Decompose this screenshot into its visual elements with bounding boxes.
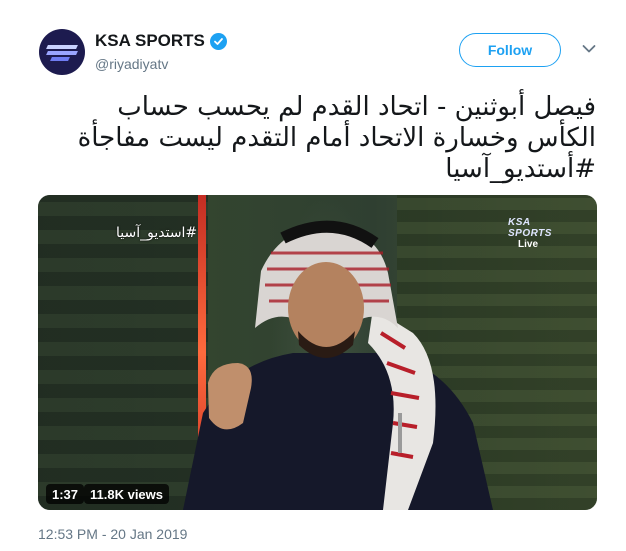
live-label: Live — [518, 239, 539, 250]
follow-button[interactable]: Follow — [459, 33, 561, 67]
display-name[interactable]: KSA SPORTS — [95, 31, 205, 51]
tweet-text: فيصل أبوثنين - اتحاد القدم لم يحسب حساب … — [38, 92, 596, 185]
chevron-down-icon[interactable] — [582, 44, 596, 54]
avatar-logo-stripe — [50, 57, 70, 61]
tweet-text-line: فيصل أبوثنين - اتحاد القدم لم يحسب حساب — [117, 92, 596, 122]
account-name-row[interactable]: KSA SPORTS — [95, 31, 227, 51]
video-presenter-image — [183, 220, 493, 510]
video-player[interactable]: #استديو_آسيا KSA SPORTS Live 1:37 11.8K … — [38, 195, 597, 510]
tweet-timestamp[interactable]: 12:53 PM - 20 Jan 2019 — [38, 526, 187, 542]
avatar-logo-stripe — [46, 51, 78, 55]
avatar-logo-stripe — [46, 45, 78, 49]
channel-logo: KSA SPORTS Live — [508, 217, 563, 250]
video-duration-badge: 1:37 — [46, 484, 85, 504]
video-hashtag-overlay: #استديو_آسيا — [116, 225, 198, 241]
verified-badge-icon — [209, 32, 227, 50]
tweet-card: KSA SPORTS @riyadiyatv Follow فيصل أبوثن… — [0, 0, 626, 551]
account-handle[interactable]: @riyadiyatv — [95, 56, 168, 72]
tweet-hashtag-link[interactable]: #أستديو_آسيا — [38, 154, 596, 185]
account-avatar[interactable] — [39, 29, 85, 75]
video-views-badge: 11.8K views — [84, 484, 169, 504]
tweet-text-line: الكأس وخسارة الاتحاد أمام التقدم ليست مف… — [77, 123, 596, 153]
channel-logo-text: KSA SPORTS — [508, 217, 552, 239]
